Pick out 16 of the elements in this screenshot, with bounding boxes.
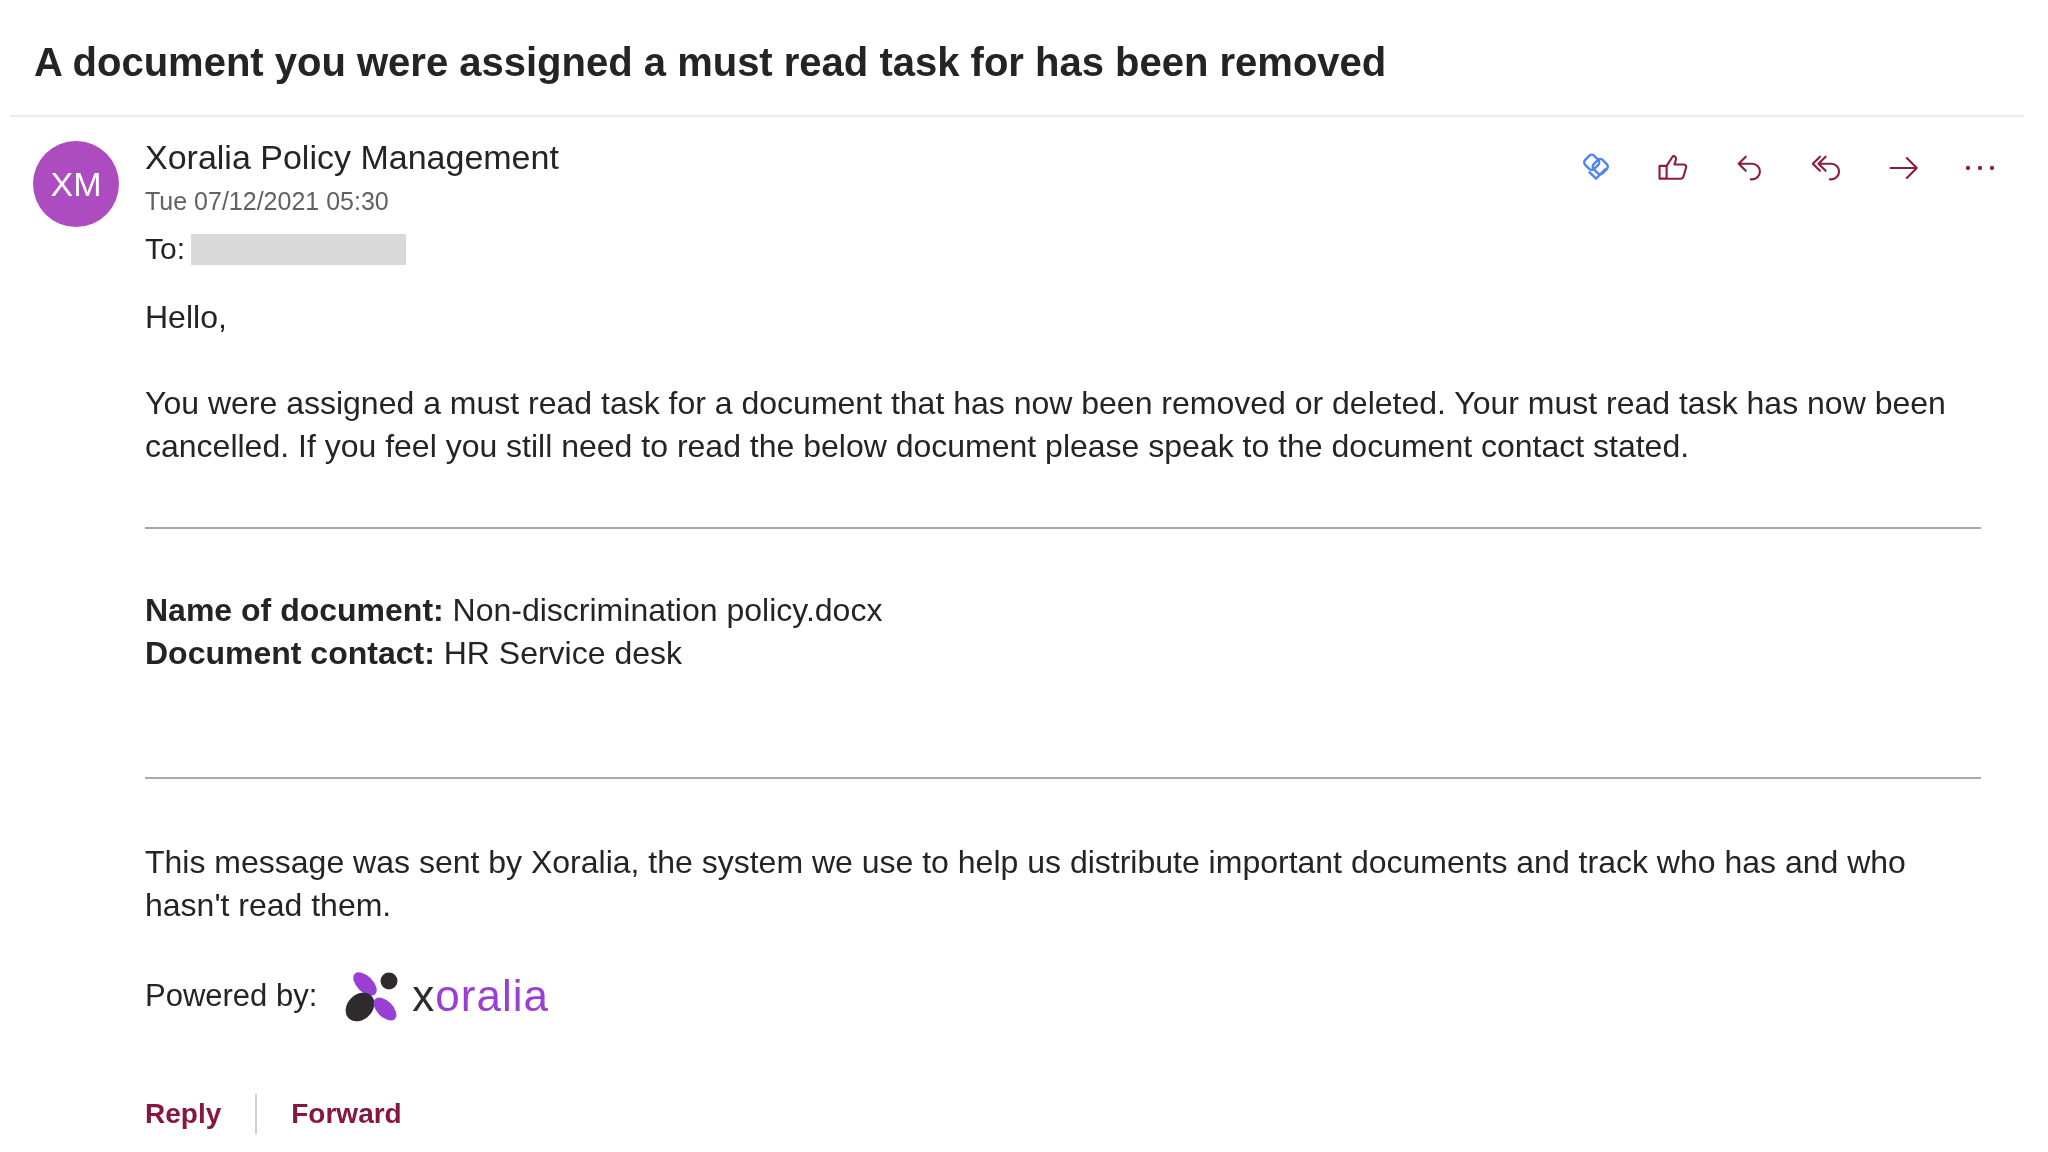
sender-avatar: XM	[33, 141, 119, 227]
more-options-icon[interactable]	[1964, 164, 1996, 172]
document-detail: Name of document: Non-discrimination policy.docx	[145, 591, 884, 630]
recipient-label: To:	[145, 232, 186, 266]
email-action-link[interactable]: Forward	[291, 1096, 402, 1132]
powered-by-label: Powered by:	[145, 977, 318, 1015]
sent-date: Tue 07/12/2021 05:30	[145, 186, 390, 216]
greeting-text: Hello,	[145, 298, 228, 337]
email-subject: A document you were assigned a must read task for has been removed	[34, 39, 1388, 86]
message-paragraph: You were assigned a must read task for a document that has now been removed or deleted. Your must read task has now been cancelled. If you feel you still need to read the below document please speak to the document contact stated.	[145, 384, 1947, 466]
footer-note: This message was sent by Xoralia, the system we use to help us distribute important documents and track who has and who hasn't read them.	[145, 843, 1907, 925]
petal-logo-icon	[345, 969, 399, 1023]
logo-wordmark: xoralia	[412, 971, 549, 1021]
sender-name: Xoralia Policy Management	[145, 137, 560, 177]
document-detail: Document contact: HR Service desk	[145, 634, 683, 673]
email-action-link[interactable]: Reply	[145, 1096, 222, 1132]
